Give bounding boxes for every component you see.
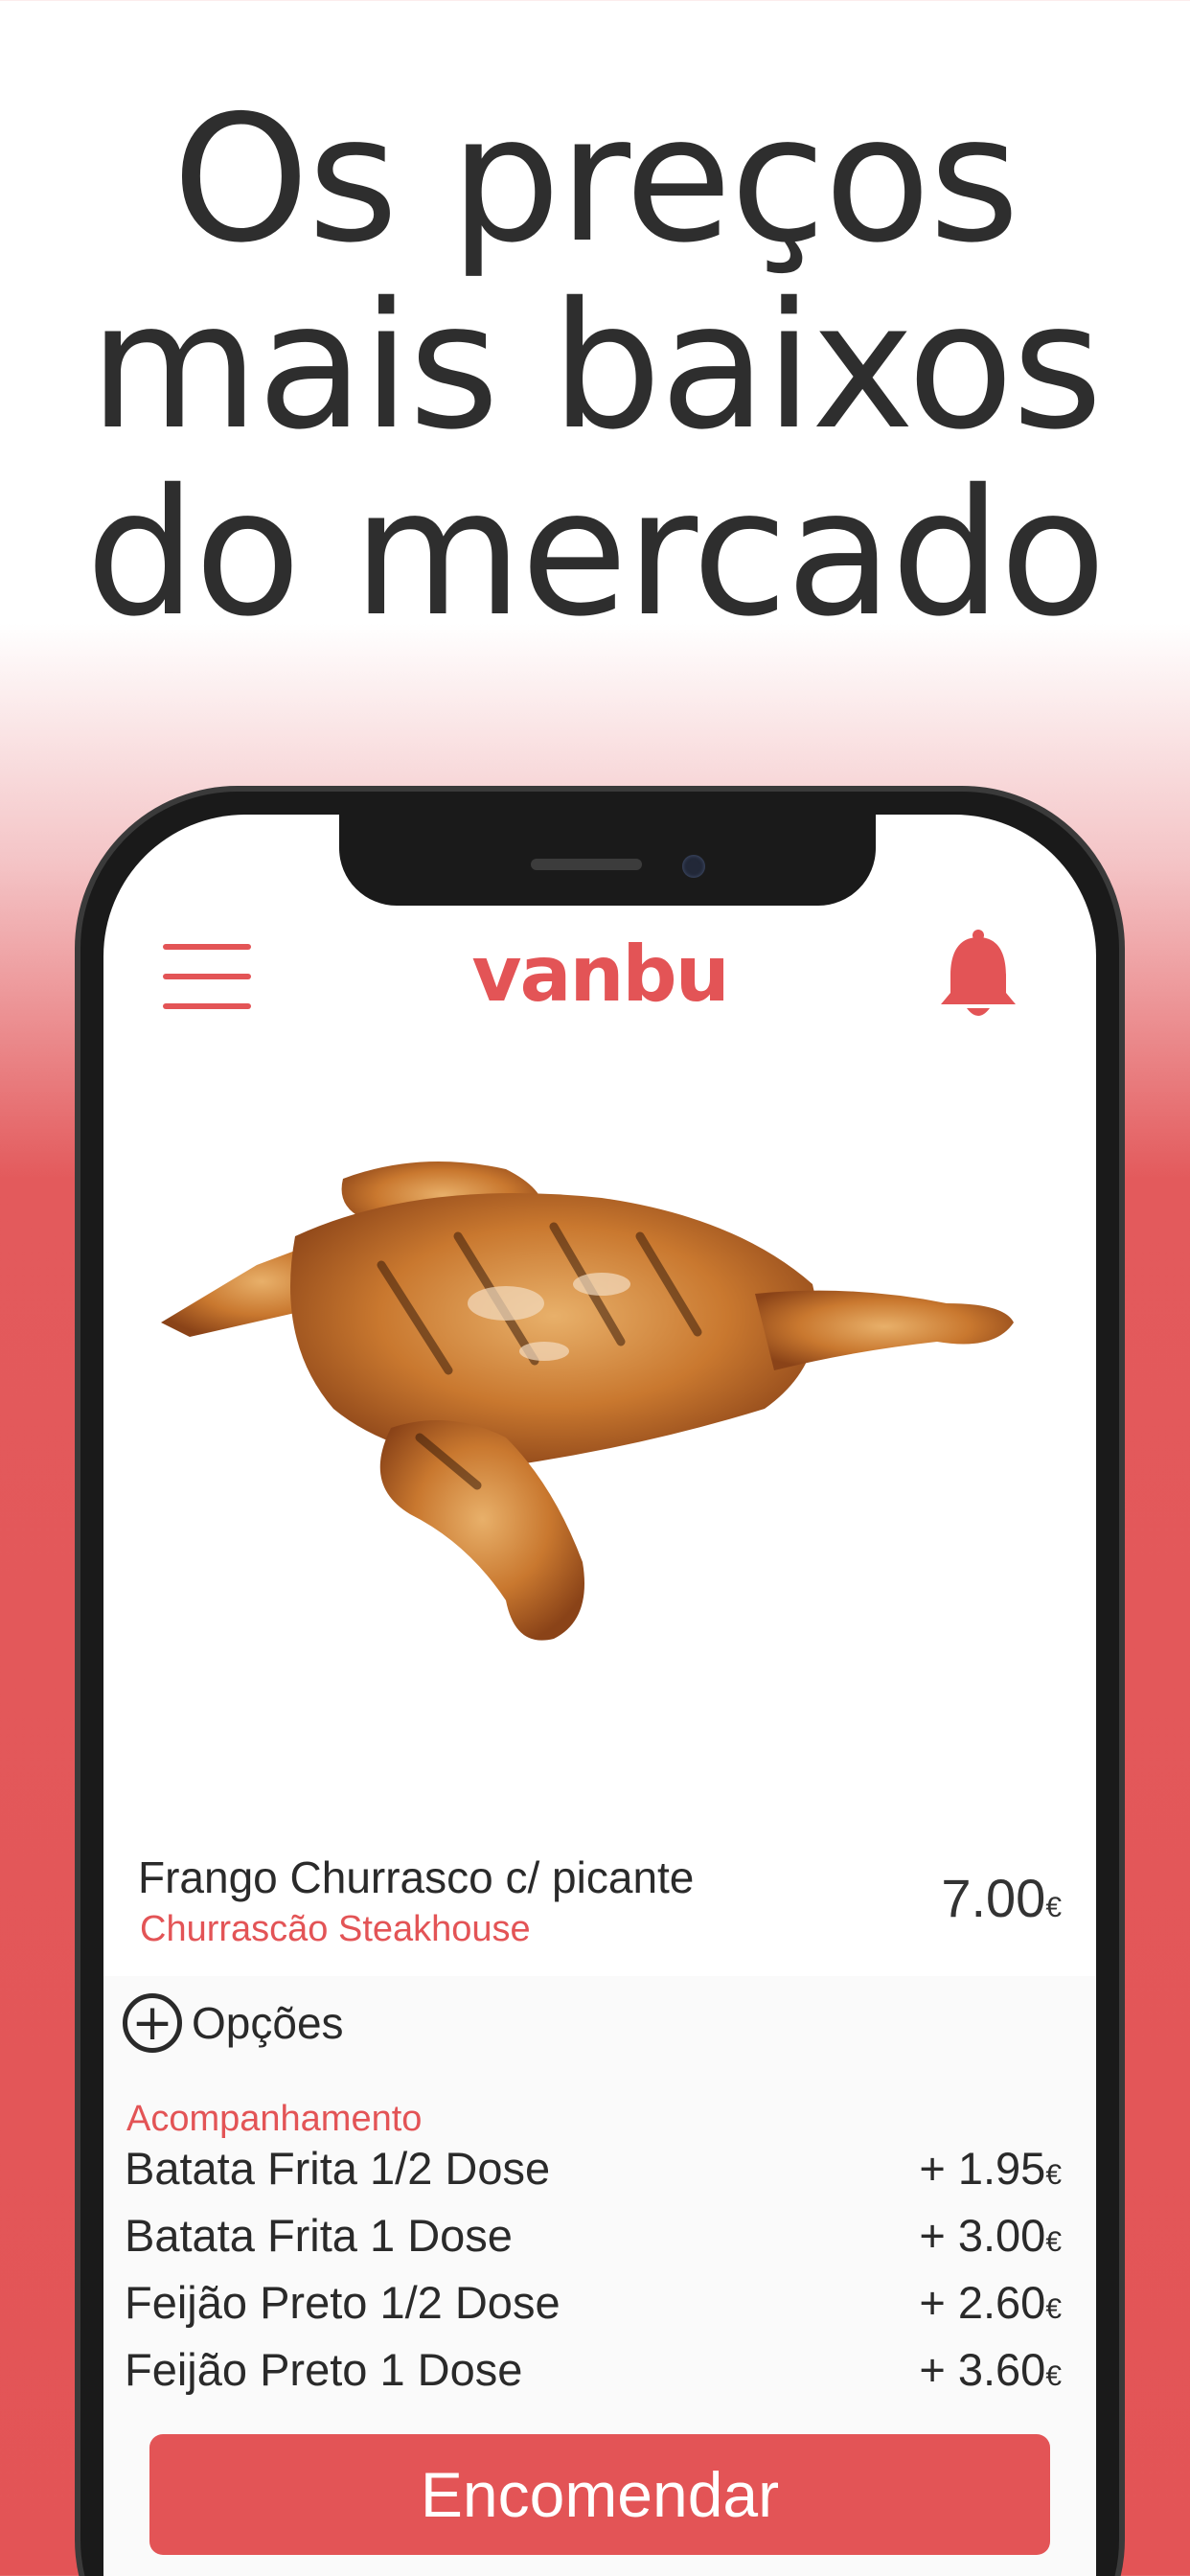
option-price: + 3.00€: [919, 2209, 1062, 2262]
headline-line-3: do mercado: [85, 451, 1106, 655]
currency-symbol: €: [1045, 2158, 1062, 2191]
plus-circle-icon: +: [123, 1993, 182, 2053]
option-row[interactable]: Feijão Preto 1/2 Dose + 2.60€: [125, 2268, 1062, 2335]
option-price-value: + 3.00: [919, 2209, 1046, 2261]
currency-symbol: €: [1045, 1892, 1062, 1923]
restaurant-name[interactable]: Churrascão Steakhouse: [140, 1909, 531, 1950]
option-price-value: + 2.60: [919, 2276, 1046, 2328]
app-screen: vanbu Frango Churrasco c/ picante Churra…: [103, 815, 1096, 2576]
option-price-value: + 1.95: [919, 2142, 1046, 2194]
product-name: Frango Churrasco c/ picante: [138, 1852, 695, 1902]
option-price: + 2.60€: [919, 2276, 1062, 2329]
option-price-value: + 3.60: [919, 2343, 1046, 2395]
marketing-headline: Os preços mais baixos do mercado: [0, 86, 1190, 647]
options-toggle[interactable]: + Opções: [123, 1990, 344, 2057]
product-price-value: 7.00: [941, 1868, 1046, 1928]
option-price: + 1.95€: [919, 2142, 1062, 2195]
app-header: vanbu: [103, 910, 1096, 1025]
headline-line-1: Os preços: [172, 78, 1020, 281]
phone-frame: vanbu Frango Churrasco c/ picante Churra…: [75, 786, 1125, 2576]
option-row[interactable]: Batata Frita 1/2 Dose + 1.95€: [125, 2134, 1062, 2201]
option-label: Batata Frita 1 Dose: [125, 2209, 513, 2261]
option-label: Batata Frita 1/2 Dose: [125, 2142, 551, 2194]
option-label: Feijão Preto 1/2 Dose: [125, 2276, 561, 2328]
option-row[interactable]: Feijão Preto 1 Dose + 3.60€: [125, 2335, 1062, 2403]
product-image: [103, 1121, 1096, 1696]
order-button[interactable]: Encomendar: [149, 2434, 1050, 2555]
currency-symbol: €: [1045, 2359, 1062, 2392]
bell-icon[interactable]: [935, 928, 1021, 1024]
currency-symbol: €: [1045, 2225, 1062, 2258]
currency-symbol: €: [1045, 2292, 1062, 2325]
front-camera: [682, 855, 705, 878]
headline-line-2: mais baixos: [89, 264, 1103, 468]
options-label: Opções: [192, 1998, 344, 2048]
option-row[interactable]: Batata Frita 1 Dose + 3.00€: [125, 2201, 1062, 2268]
product-price: 7.00€: [941, 1867, 1062, 1929]
phone-notch: [339, 815, 876, 906]
option-label: Feijão Preto 1 Dose: [125, 2343, 523, 2395]
option-price: + 3.60€: [919, 2343, 1062, 2396]
